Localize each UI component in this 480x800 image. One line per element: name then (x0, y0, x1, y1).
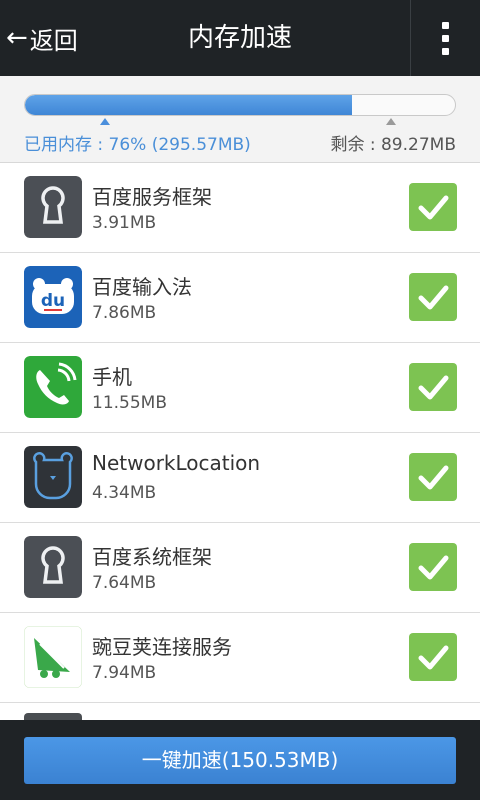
checkbox-checked-icon[interactable] (409, 453, 457, 501)
list-item[interactable]: 豌豆荚连接服务 7.94MB (0, 613, 480, 703)
page-title: 内存加速 (187, 23, 292, 53)
app-name: 百度服务框架 (92, 185, 212, 209)
phone-icon (24, 356, 82, 418)
memory-panel: 已用内存 : 76% (295.57MB) 剩余 : 89.27MB (0, 76, 480, 163)
list-item[interactable]: du 百度输入法 7.86MB (0, 253, 480, 343)
checkbox-checked-icon[interactable] (409, 183, 457, 231)
top-bar: ← 返回 内存加速 (0, 0, 480, 76)
used-memory-text: 已用内存 : 76% (295.57MB) (24, 135, 251, 155)
list-item[interactable]: 百度系统框架 7.64MB (0, 523, 480, 613)
app-name: 手机 (92, 365, 132, 389)
menu-dot-icon (442, 21, 449, 29)
checkbox-checked-icon[interactable] (409, 633, 457, 681)
app-name: 百度系统框架 (92, 545, 212, 569)
app-size: 7.86MB (92, 303, 157, 323)
list-item[interactable]: 手机 11.55MB (0, 343, 480, 433)
checkbox-checked-icon[interactable] (409, 543, 457, 591)
one-tap-boost-button[interactable]: 一键加速(150.53MB) (24, 737, 456, 784)
checkbox-checked-icon[interactable] (409, 363, 457, 411)
used-marker-icon (100, 118, 110, 125)
free-marker-icon (386, 118, 396, 125)
checkbox-checked-icon[interactable] (409, 273, 457, 321)
wandoujia-icon (24, 626, 82, 688)
app-size: 11.55MB (92, 393, 167, 413)
memory-used-fill (25, 95, 352, 115)
app-name: NetworkLocation (92, 451, 261, 475)
app-name: 豌豆荚连接服务 (92, 635, 232, 659)
menu-dot-icon (442, 47, 449, 55)
app-size: 7.64MB (92, 573, 157, 593)
app-list: 百度服务框架 3.91MB du 百度输入法 7.86MB 手机 11.55MB… (0, 163, 480, 703)
svg-text:du: du (41, 291, 65, 311)
overflow-menu-button[interactable] (411, 0, 480, 76)
next-app-icon-partial (24, 713, 82, 720)
bear-face-icon (24, 446, 82, 508)
list-item[interactable]: NetworkLocation 4.34MB (0, 433, 480, 523)
app-size: 7.94MB (92, 663, 157, 683)
app-size: 4.34MB (92, 483, 157, 503)
list-item[interactable]: 百度服务框架 3.91MB (0, 163, 480, 253)
app-size: 3.91MB (92, 213, 157, 233)
memory-usage-bar (24, 94, 456, 116)
keyhole-icon (24, 176, 82, 238)
bottom-bar: 一键加速(150.53MB) (0, 720, 480, 800)
app-name: 百度输入法 (92, 275, 192, 299)
du-bear-icon: du (24, 266, 82, 328)
keyhole-icon (24, 536, 82, 598)
menu-dot-icon (442, 34, 449, 42)
free-memory-text: 剩余 : 89.27MB (330, 135, 456, 155)
